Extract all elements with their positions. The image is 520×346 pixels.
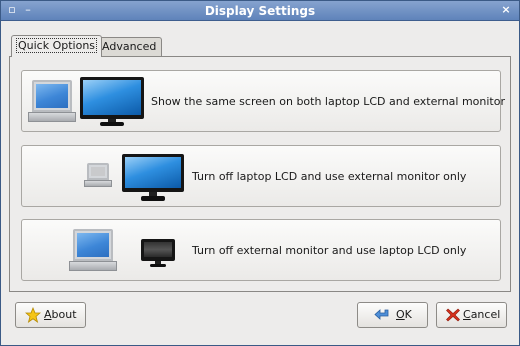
option-laptop-only-button[interactable]: Turn off external monitor and use laptop…: [21, 219, 501, 281]
option-laptop-only-label: Turn off external monitor and use laptop…: [192, 244, 467, 257]
option-mirror-both-button[interactable]: Show the same screen on both laptop LCD …: [21, 70, 505, 132]
cancel-button-label: Cancel: [463, 308, 501, 321]
ok-arrow-icon: [374, 309, 389, 320]
option-mirror-both-label: Show the same screen on both laptop LCD …: [151, 95, 505, 108]
quick-options-panel: Show the same screen on both laptop LCD …: [9, 56, 511, 292]
title-bar: ▫ – Display Settings ×: [1, 1, 519, 21]
about-button-label: About: [44, 308, 77, 321]
cancel-x-icon: [446, 308, 460, 322]
tab-quick-options-label: Quick Options: [15, 38, 98, 53]
option-external-only-label: Turn off laptop LCD and use external mon…: [192, 170, 467, 183]
tab-advanced-label: Advanced: [102, 40, 157, 53]
cancel-button[interactable]: Cancel: [436, 302, 507, 328]
about-button[interactable]: About: [15, 302, 86, 328]
tab-quick-options[interactable]: Quick Options: [11, 35, 103, 57]
window-title: Display Settings: [204, 4, 316, 18]
option-external-only-button[interactable]: Turn off laptop LCD and use external mon…: [21, 145, 501, 207]
close-icon[interactable]: ×: [499, 3, 513, 17]
star-icon: [25, 307, 41, 323]
ok-button[interactable]: OK: [357, 302, 428, 328]
tab-advanced[interactable]: Advanced: [96, 37, 163, 58]
ok-button-label: OK: [396, 308, 412, 321]
display-settings-window: ▫ – Display Settings × Quick Options Adv…: [0, 0, 520, 346]
